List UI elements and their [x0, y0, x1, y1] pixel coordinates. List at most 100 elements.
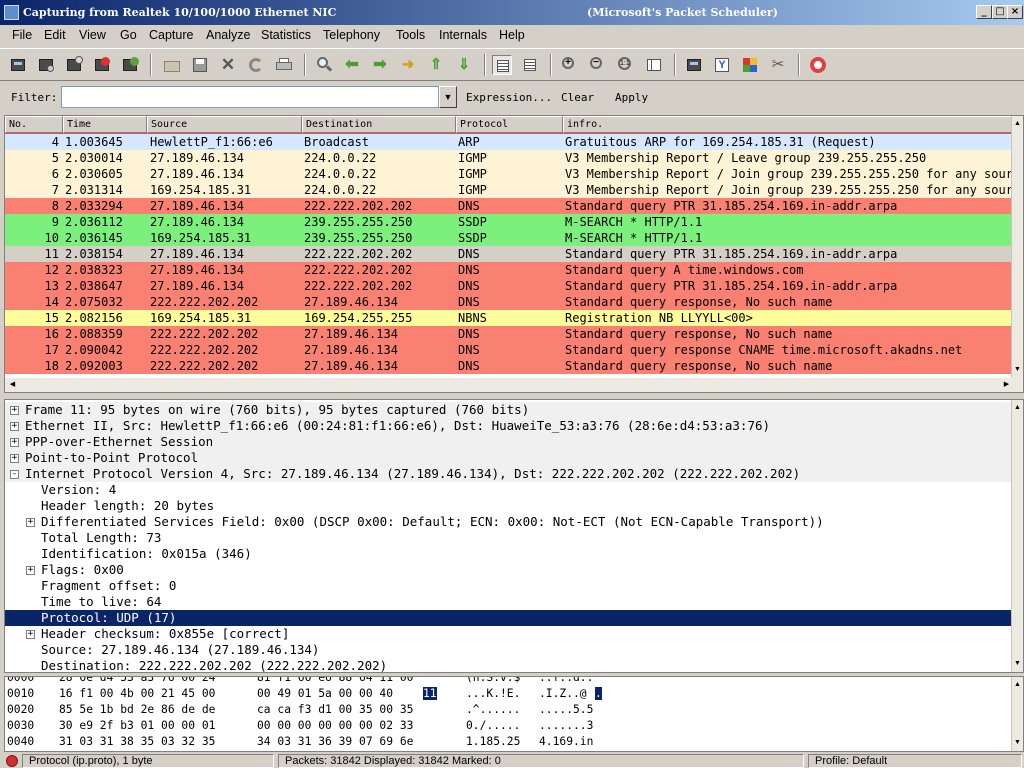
- close-button[interactable]: ×: [1007, 5, 1023, 19]
- expand-icon[interactable]: +: [26, 630, 35, 639]
- detail-tree-item[interactable]: Destination: 222.222.202.202 (222.222.20…: [41, 658, 387, 672]
- hex-bytes-first[interactable]: 31 03 31 38 35 03 32 35: [59, 735, 215, 748]
- bytes-vertical-scrollbar[interactable]: ▲ ▼: [1011, 677, 1023, 751]
- menu-internals[interactable]: Internals: [439, 28, 487, 42]
- status-profile[interactable]: Profile: Default: [808, 754, 1022, 768]
- expression-button[interactable]: Expression...: [466, 91, 552, 104]
- hex-offset[interactable]: 0030: [7, 719, 34, 732]
- packet-row[interactable]: 8 2.033294 27.189.46.134 222.222.202.202 DNS…: [5, 198, 1013, 214]
- hex-offset[interactable]: 0050: [7, 751, 34, 752]
- detail-tree-item[interactable]: Flags: 0x00: [41, 562, 124, 578]
- restart-capture-icon[interactable]: [120, 55, 140, 75]
- maximize-button[interactable]: □: [992, 5, 1008, 19]
- menu-file[interactable]: File: [12, 28, 32, 42]
- detail-tree-item[interactable]: Fragment offset: 0: [41, 578, 176, 594]
- ascii-first[interactable]: -addr.ar: [466, 751, 520, 752]
- menu-tools[interactable]: Tools: [396, 28, 425, 42]
- clear-button[interactable]: Clear: [561, 91, 594, 104]
- hex-offset[interactable]: 0020: [7, 703, 34, 716]
- zoom-out-icon[interactable]: −: [588, 55, 608, 75]
- go-first-packet-icon[interactable]: ⇑: [426, 55, 446, 75]
- hex-bytes-second[interactable]: ca ca f3 d1 00 35 00 35: [257, 703, 413, 716]
- detail-tree-item[interactable]: Point-to-Point Protocol: [5, 450, 1011, 466]
- hex-bytes-second[interactable]: 00 00 00 00 00 00 02 33: [257, 719, 413, 732]
- collapse-icon[interactable]: -: [10, 470, 19, 479]
- ascii-first[interactable]: ...K.!E.: [466, 687, 520, 700]
- hex-bytes-second[interactable]: 34 03 31 36 39 07 69 6e: [257, 735, 413, 748]
- packet-row[interactable]: 11 2.038154 27.189.46.134 222.222.202.202 DN…: [5, 246, 1013, 262]
- hex-bytes-first[interactable]: 2d 61 64 64 72 04 61 72: [59, 751, 215, 752]
- preferences-icon[interactable]: ✂: [768, 55, 788, 75]
- go-last-packet-icon[interactable]: ⇓: [454, 55, 474, 75]
- packet-row[interactable]: 15 2.082156 169.254.185.31 169.254.255.255 N…: [5, 310, 1013, 326]
- help-icon[interactable]: [808, 55, 828, 75]
- hex-bytes-second[interactable]: 70 61 00 00 0c 00 01: [257, 751, 393, 752]
- coloring-rules-icon[interactable]: [740, 55, 760, 75]
- detail-tree-item[interactable]: Identification: 0x015a (346): [41, 546, 252, 562]
- packet-row[interactable]: 7 2.031314 169.254.185.31 224.0.0.22 IGMP V3 …: [5, 182, 1015, 198]
- packet-row[interactable]: 17 2.090042 222.222.202.202 27.189.46.134 DN…: [5, 342, 1013, 358]
- ascii-selected-byte[interactable]: .: [595, 687, 602, 700]
- packet-row[interactable]: 9 2.036112 27.189.46.134 239.255.255.250 SSD…: [5, 214, 1013, 230]
- menu-edit[interactable]: Edit: [44, 28, 66, 42]
- expert-info-icon[interactable]: [6, 755, 18, 767]
- scroll-down-icon[interactable]: ▼: [1012, 737, 1023, 749]
- reload-icon[interactable]: [246, 55, 266, 75]
- detail-tree-item[interactable]: Protocol: UDP (17): [5, 610, 1011, 626]
- menu-go[interactable]: Go: [120, 28, 137, 42]
- packet-row[interactable]: 13 2.038647 27.189.46.134 222.222.202.202 DN…: [5, 278, 1013, 294]
- column-header-protocol[interactable]: Protocol: [456, 116, 563, 133]
- go-to-packet-icon[interactable]: ➜: [398, 55, 418, 75]
- go-forward-icon[interactable]: ➡: [370, 55, 390, 75]
- ascii-second[interactable]: 4.169.in: [539, 735, 593, 748]
- hex-bytes-first[interactable]: 16 f1 00 4b 00 21 45 00: [59, 687, 215, 700]
- packet-row[interactable]: 18 2.092003 222.222.202.202 27.189.46.134 DN…: [5, 358, 1013, 374]
- hex-bytes-first[interactable]: 30 e9 2f b3 01 00 00 01: [59, 719, 215, 732]
- packet-row[interactable]: 6 2.030605 27.189.46.134 224.0.0.22 IGMP V3 M…: [5, 166, 1015, 182]
- hex-offset[interactable]: 0040: [7, 735, 34, 748]
- filter-input[interactable]: [61, 86, 439, 108]
- scroll-down-icon[interactable]: ▼: [1012, 364, 1023, 376]
- detail-tree-item[interactable]: Header checksum: 0x855e [correct]: [41, 626, 289, 642]
- packet-row[interactable]: 4 1.003645 HewlettP_f1:66:e6 Broadcast ARP Gr…: [5, 134, 1013, 150]
- ascii-first[interactable]: 0./.....: [466, 719, 520, 732]
- apply-button[interactable]: Apply: [615, 91, 648, 104]
- packet-row[interactable]: 10 2.036145 169.254.185.31 239.255.255.250 S…: [5, 230, 1013, 246]
- scroll-right-icon[interactable]: ▶: [1001, 379, 1012, 391]
- menu-telephony[interactable]: Telephony: [323, 28, 380, 42]
- ascii-first[interactable]: (n.S.v.$: [466, 677, 520, 684]
- hex-selected-byte[interactable]: 11: [423, 687, 437, 700]
- column-header-no[interactable]: No.: [5, 116, 63, 133]
- normal-size-icon[interactable]: 1:1: [616, 55, 636, 75]
- hex-bytes-second[interactable]: 81 f1 66 e6 88 64 11 00: [257, 677, 413, 684]
- packet-row[interactable]: 5 2.030014 27.189.46.134 224.0.0.22 IGMP V3 M…: [5, 150, 1013, 166]
- detail-tree-item[interactable]: Differentiated Services Field: 0x00 (DSC…: [41, 514, 824, 530]
- hex-bytes-first[interactable]: 28 6e d4 53 a3 76 00 24: [59, 677, 215, 684]
- ascii-second[interactable]: .I.Z..@: [539, 687, 587, 700]
- expand-icon[interactable]: +: [10, 422, 19, 431]
- capture-filters-icon[interactable]: [684, 55, 704, 75]
- scroll-left-icon[interactable]: ◀: [7, 379, 18, 391]
- colorize-packet-list-icon[interactable]: [492, 55, 512, 75]
- packet-list-horizontal-scrollbar[interactable]: ◀ ▶: [5, 378, 1023, 392]
- detail-tree-item[interactable]: Source: 27.189.46.134 (27.189.46.134): [41, 642, 319, 658]
- scroll-up-icon[interactable]: ▲: [1012, 679, 1023, 691]
- interfaces-icon[interactable]: [8, 55, 28, 75]
- menu-capture[interactable]: Capture: [149, 28, 193, 42]
- detail-tree-item[interactable]: Header length: 20 bytes: [41, 498, 214, 514]
- ascii-second[interactable]: .......3: [539, 719, 593, 732]
- go-back-icon[interactable]: ⬅: [342, 55, 362, 75]
- hex-offset[interactable]: 0000: [7, 677, 34, 684]
- scroll-up-icon[interactable]: ▲: [1012, 402, 1023, 414]
- display-filters-icon[interactable]: Y: [712, 55, 732, 75]
- expand-icon[interactable]: +: [26, 518, 35, 527]
- expand-icon[interactable]: +: [10, 406, 19, 415]
- resize-columns-icon[interactable]: [644, 55, 664, 75]
- detail-tree-item[interactable]: PPP-over-Ethernet Session: [5, 434, 1011, 450]
- menu-help[interactable]: Help: [499, 28, 525, 42]
- capture-options-icon[interactable]: [36, 55, 56, 75]
- minimize-button[interactable]: _: [976, 5, 992, 19]
- start-capture-icon[interactable]: [64, 55, 84, 75]
- column-header-info[interactable]: infro.: [563, 116, 1013, 133]
- stop-capture-icon[interactable]: [92, 55, 112, 75]
